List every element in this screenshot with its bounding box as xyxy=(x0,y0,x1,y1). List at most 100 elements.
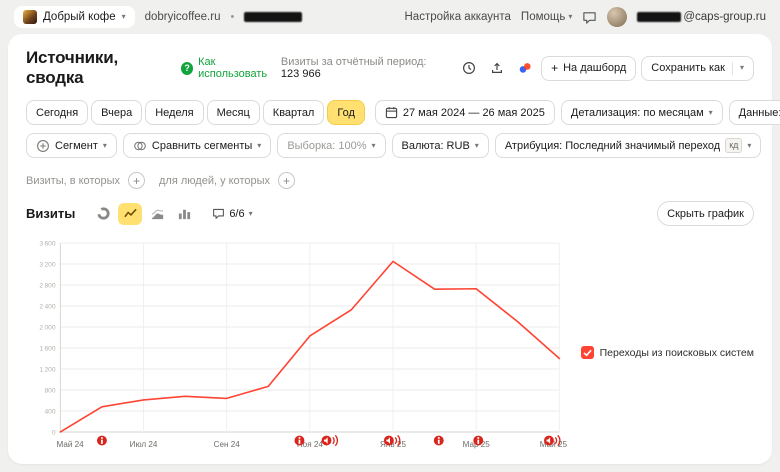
metrics-count-label: 6/6 xyxy=(229,208,244,220)
svg-text:2 400: 2 400 xyxy=(39,303,55,310)
date-range-button[interactable]: 27 мая 2024 — 26 мая 2025 xyxy=(375,100,555,125)
user-email[interactable]: @caps-group.ru xyxy=(637,11,766,23)
data-mode-label: Данные: с роботами xyxy=(739,107,780,119)
period-today-button[interactable]: Сегодня xyxy=(26,100,88,125)
topbar-left: Добрый кофе ▾ dobryicoffee.ru • xyxy=(14,6,302,28)
report-header: Источники, сводка ? Как использовать Виз… xyxy=(26,48,754,88)
visits-period-value: 123 966 xyxy=(281,68,321,80)
compare-segments-button[interactable]: Сравнить сегменты ▾ xyxy=(123,133,271,158)
donut-chart-icon[interactable] xyxy=(91,203,115,225)
sampling-label: Выборка: 100% xyxy=(287,140,366,152)
chevron-down-icon: ▾ xyxy=(103,142,107,150)
attribution-label: Атрибуция: Последний значимый переход xyxy=(505,140,720,152)
user-avatar[interactable] xyxy=(607,7,627,27)
chevron-down-icon: ▾ xyxy=(568,13,572,21)
svg-text:0: 0 xyxy=(52,429,56,436)
svg-text:Июл 24: Июл 24 xyxy=(130,440,158,449)
save-as-button[interactable]: Сохранить как ▾ xyxy=(641,56,754,81)
add-to-dashboard-button[interactable]: + На дашборд xyxy=(541,56,636,81)
topbar-right: Настройка аккаунта Помощь ▾ @caps-group.… xyxy=(405,7,767,27)
svg-text:3 200: 3 200 xyxy=(39,261,55,268)
svg-text:1 600: 1 600 xyxy=(39,345,55,352)
report-card: Источники, сводка ? Как использовать Виз… xyxy=(8,34,772,464)
svg-text:3 600: 3 600 xyxy=(39,240,55,247)
how-to-use-link[interactable]: ? Как использовать xyxy=(181,56,281,80)
hide-chart-label: Скрыть график xyxy=(667,208,744,220)
calendar-icon xyxy=(385,106,398,119)
period-filter-row: Сегодня Вчера Неделя Месяц Квартал Год 2… xyxy=(26,100,754,125)
segment-filter-row: Сегмент ▾ Сравнить сегменты ▾ Выборка: 1… xyxy=(26,133,754,158)
attribution-badge: кд xyxy=(725,138,742,153)
chevron-down-icon: ▾ xyxy=(747,142,751,150)
chart-header: Визиты 6/6 ▾ Скрыть график xyxy=(26,201,754,226)
period-week-button[interactable]: Неделя xyxy=(145,100,203,125)
email-domain: @caps-group.ru xyxy=(683,11,766,23)
add-to-dashboard-label: На дашборд xyxy=(563,62,626,74)
visits-condition-group: Визиты, в которых + xyxy=(26,172,145,189)
counter-selector[interactable]: Добрый кофе ▾ xyxy=(14,6,135,28)
data-mode-select[interactable]: Данные: с роботами ▾ xyxy=(729,100,780,125)
period-quarter-button[interactable]: Квартал xyxy=(263,100,325,125)
site-favicon-icon xyxy=(23,10,37,24)
chart-area: 04008001 2001 6002 0002 4002 8003 2003 6… xyxy=(26,230,754,466)
svg-text:Сен 24: Сен 24 xyxy=(214,440,241,449)
how-to-use-label: Как использовать xyxy=(198,56,281,80)
detalization-label: Детализация: по месяцам xyxy=(571,107,704,119)
plus-icon: + xyxy=(551,61,558,75)
svg-text:800: 800 xyxy=(44,387,55,394)
button-divider xyxy=(732,62,733,75)
account-settings-link[interactable]: Настройка аккаунта xyxy=(405,11,511,23)
detalization-select[interactable]: Детализация: по месяцам ▾ xyxy=(561,100,723,125)
add-people-condition-button[interactable]: + xyxy=(278,172,295,189)
attribution-select[interactable]: Атрибуция: Последний значимый переход кд… xyxy=(495,133,762,158)
separator-dot: • xyxy=(230,11,234,23)
svg-text:1 200: 1 200 xyxy=(39,366,55,373)
visits-period-label: Визиты за отчётный период: xyxy=(281,56,427,68)
check-icon xyxy=(583,349,592,357)
visits-line-chart[interactable]: 04008001 2001 6002 0002 4002 8003 2003 6… xyxy=(26,230,575,466)
chevron-down-icon: ▾ xyxy=(709,109,713,117)
period-yesterday-button[interactable]: Вчера xyxy=(91,100,142,125)
chart-legend-item[interactable]: Переходы из поисковых систем xyxy=(581,346,754,359)
segment-button[interactable]: Сегмент ▾ xyxy=(26,133,117,158)
help-menu[interactable]: Помощь ▾ xyxy=(521,11,572,23)
hide-chart-button[interactable]: Скрыть график xyxy=(657,201,754,226)
chart-title: Визиты xyxy=(26,206,75,221)
chat-icon[interactable] xyxy=(582,10,597,25)
period-month-button[interactable]: Месяц xyxy=(207,100,260,125)
redacted-email-prefix xyxy=(637,12,681,22)
export-icon[interactable] xyxy=(486,56,509,80)
chevron-down-icon: ▾ xyxy=(475,142,479,150)
visits-condition-label: Визиты, в которых xyxy=(26,175,120,187)
compare-segments-label: Сравнить сегменты xyxy=(152,140,252,152)
plus-circle-icon xyxy=(36,139,50,153)
chevron-down-icon: ▾ xyxy=(257,142,261,150)
people-condition-label: для людей, у которых xyxy=(159,175,270,187)
line-chart-icon[interactable] xyxy=(118,203,142,225)
legend-checkbox[interactable] xyxy=(581,346,594,359)
conditions-row: Визиты, в которых + для людей, у которых… xyxy=(26,172,754,189)
site-link[interactable]: dobryicoffee.ru xyxy=(145,11,221,23)
sampling-select[interactable]: Выборка: 100% ▾ xyxy=(277,133,385,158)
save-as-label: Сохранить как xyxy=(651,62,725,74)
metrics-selector[interactable]: 6/6 ▾ xyxy=(205,203,259,225)
area-chart-icon[interactable] xyxy=(145,203,169,225)
currency-select[interactable]: Валюта: RUB ▾ xyxy=(392,133,489,158)
counter-name: Добрый кофе xyxy=(43,11,116,23)
add-visit-condition-button[interactable]: + xyxy=(128,172,145,189)
history-icon[interactable] xyxy=(458,56,481,80)
columns-chart-icon[interactable] xyxy=(172,203,196,225)
chevron-down-icon: ▾ xyxy=(249,210,253,218)
comment-icon xyxy=(212,207,225,220)
svg-text:400: 400 xyxy=(44,408,55,415)
services-icon[interactable] xyxy=(513,56,536,80)
svg-text:2 800: 2 800 xyxy=(39,282,55,289)
legend-label: Переходы из поисковых систем xyxy=(600,347,754,359)
chevron-down-icon: ▾ xyxy=(122,13,126,21)
period-year-button[interactable]: Год xyxy=(327,100,365,125)
chevron-down-icon: ▾ xyxy=(372,142,376,150)
currency-label: Валюта: RUB xyxy=(402,140,470,152)
page-title: Источники, сводка xyxy=(26,48,169,88)
compare-segments-icon xyxy=(133,139,147,153)
visits-period-summary: Визиты за отчётный период: 123 966 xyxy=(281,56,445,80)
